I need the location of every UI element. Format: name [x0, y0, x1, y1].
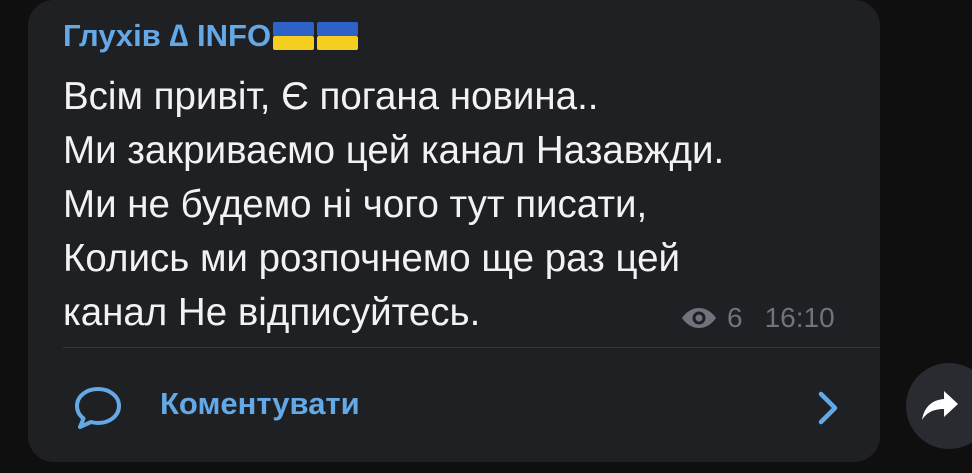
eye-icon	[682, 308, 716, 328]
chevron-right-icon	[818, 391, 838, 425]
message-meta: 6 16:10	[681, 300, 835, 336]
channel-title[interactable]: Глухів ∆ INFO	[63, 18, 359, 54]
speech-bubble-icon	[75, 387, 121, 429]
channel-name: Глухів ∆ INFO	[63, 18, 272, 53]
view-count: 6	[727, 302, 743, 333]
share-arrow-icon	[922, 391, 958, 420]
message-time: 16:10	[764, 302, 835, 333]
ukraine-flag-icon	[317, 22, 359, 50]
channel-post-bubble: Глухів ∆ INFO Всім привіт, Є погана нови…	[28, 0, 880, 462]
divider	[63, 347, 880, 348]
comments-label: Коментувати	[160, 386, 360, 421]
share-button[interactable]	[906, 363, 972, 449]
ukraine-flags-emoji	[273, 22, 359, 50]
ukraine-flag-icon	[273, 22, 315, 50]
comments-button[interactable]: Коментувати	[28, 355, 880, 455]
